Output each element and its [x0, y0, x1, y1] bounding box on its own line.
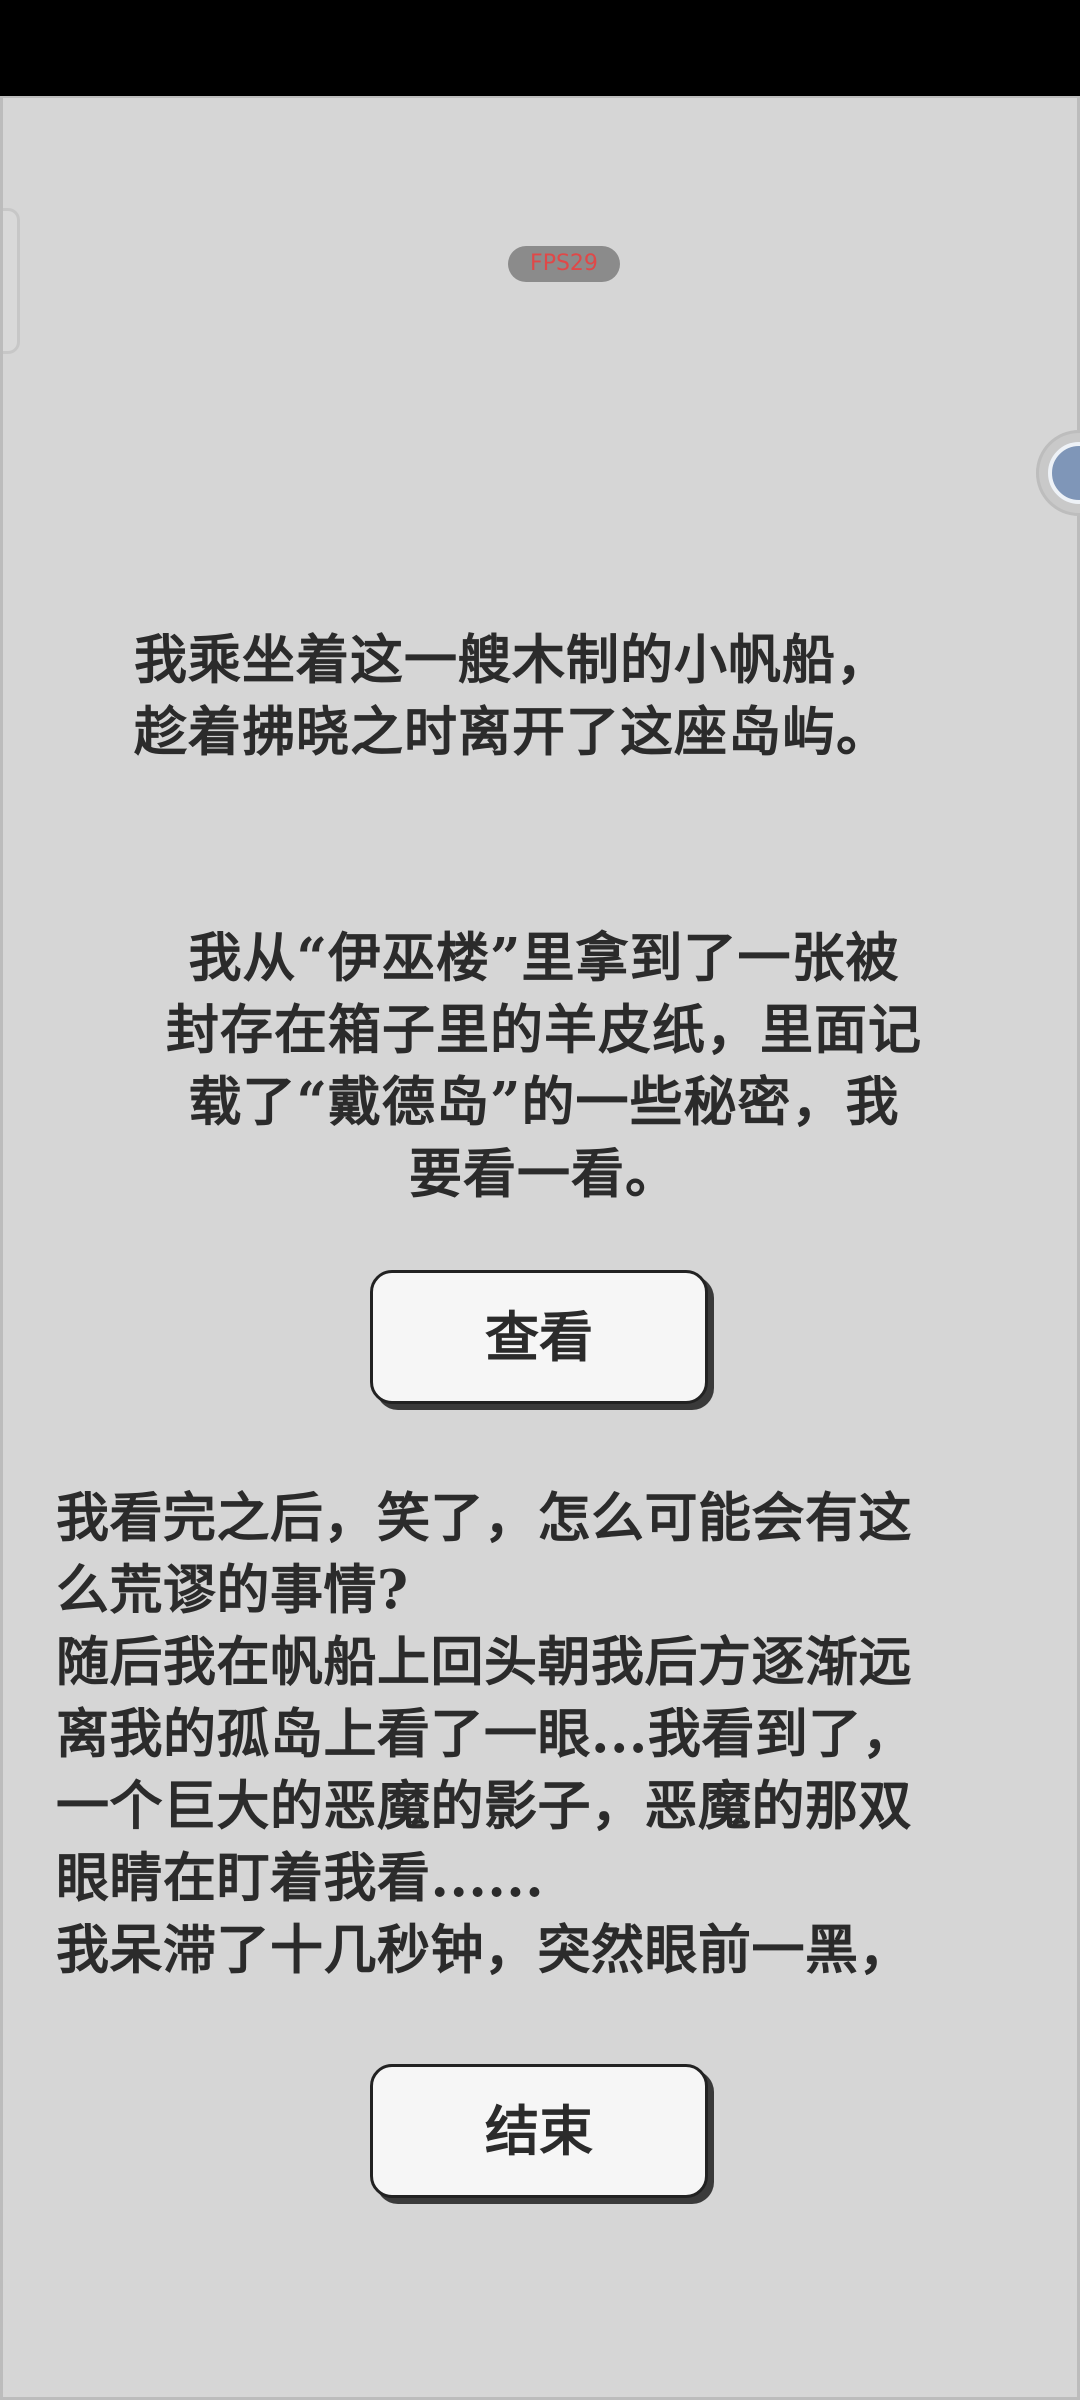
story-paragraph-2: 我从“伊巫楼”里拿到了一张被 封存在箱子里的羊皮纸，里面记 载了“戴德岛”的一些…: [134, 922, 954, 1210]
game-screen: [0, 96, 1080, 2400]
end-button[interactable]: 结束: [370, 2064, 708, 2198]
story-paragraph-3: 我看完之后，笑了，怎么可能会有这 么荒谬的事情? 随后我在帆船上回头朝我后方逐渐…: [56, 1482, 1046, 1986]
story-text-1: 我乘坐着这一艘木制的小帆船， 趁着拂晓之时离开了这座岛屿。: [134, 629, 890, 763]
story-paragraph-1: 我乘坐着这一艘木制的小帆船， 趁着拂晓之时离开了这座岛屿。: [134, 624, 954, 768]
view-button-label: 查看: [485, 1305, 593, 1369]
story-text-3: 我看完之后，笑了，怎么可能会有这 么荒谬的事情? 随后我在帆船上回头朝我后方逐渐…: [56, 1487, 916, 1981]
fps-counter: FPS29: [508, 246, 620, 282]
floating-ball-icon: [1048, 442, 1080, 504]
end-button-label: 结束: [485, 2099, 593, 2163]
status-bar: [0, 0, 1080, 96]
view-button[interactable]: 查看: [370, 1270, 708, 1404]
story-text-2: 我从“伊巫楼”里拿到了一张被 封存在箱子里的羊皮纸，里面记 载了“戴德岛”的一些…: [166, 927, 922, 1205]
edge-handle[interactable]: [3, 208, 20, 354]
